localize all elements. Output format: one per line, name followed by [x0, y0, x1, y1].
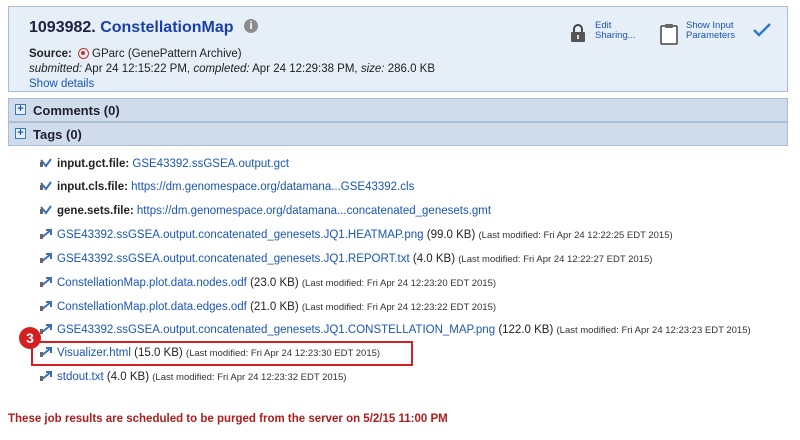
- output-file-icon: [40, 301, 52, 311]
- tags-section-toggle[interactable]: + Tags (0): [8, 122, 788, 146]
- output-file-row: GSE43392.ssGSEA.output.concatenated_gene…: [40, 253, 652, 265]
- clipboard-icon: [660, 24, 678, 45]
- submitted-label: submitted:: [29, 63, 83, 75]
- parameters-label: Parameters: [686, 30, 736, 41]
- output-file-row: GSE43392.ssGSEA.output.concatenated_gene…: [40, 229, 673, 241]
- job-name-link[interactable]: ConstellationMap: [100, 19, 233, 36]
- input-param-name: input.cls.file:: [57, 181, 128, 193]
- sharing-label: Sharing...: [595, 30, 636, 41]
- input-file-row: gene.sets.file: https://dm.genomespace.o…: [40, 205, 491, 217]
- last-modified: (Last modified: Fri Apr 24 12:23:22 EDT …: [301, 302, 497, 313]
- output-file-link[interactable]: stdout.txt: [57, 371, 104, 383]
- file-size: (23.0 KB): [250, 277, 299, 289]
- output-file-icon: [40, 277, 52, 287]
- output-file-row: ConstellationMap.plot.data.edges.odf (21…: [40, 301, 496, 313]
- lock-icon: [571, 24, 585, 42]
- completed-label: completed:: [193, 63, 250, 75]
- source-label: Source:: [29, 48, 72, 60]
- last-modified: (Last modified: Fri Apr 24 12:22:27 EDT …: [458, 254, 653, 265]
- size-label: size:: [360, 63, 385, 75]
- tags-label: Tags (0): [33, 127, 82, 142]
- gparc-icon: [78, 48, 90, 59]
- expand-plus-icon: +: [15, 128, 26, 139]
- output-file-row: ConstellationMap.plot.data.nodes.odf (23…: [40, 277, 496, 289]
- input-file-icon: [40, 181, 52, 191]
- output-file-icon: [40, 253, 52, 263]
- info-icon[interactable]: i: [243, 18, 258, 33]
- file-size: (21.0 KB): [250, 301, 299, 313]
- job-header-panel: 1093982. ConstellationMap i Source: GPar…: [8, 6, 788, 92]
- last-modified: (Last modified: Fri Apr 24 12:23:20 EDT …: [301, 278, 497, 289]
- output-file-icon: [40, 371, 52, 381]
- file-size: (4.0 KB): [106, 371, 150, 383]
- highlight-box: [31, 341, 413, 366]
- output-file-link[interactable]: ConstellationMap.plot.data.nodes.odf: [57, 277, 247, 289]
- job-title: 1093982. ConstellationMap i: [29, 18, 258, 37]
- file-size: (4.0 KB): [412, 253, 456, 265]
- input-param-name: input.gct.file:: [57, 158, 130, 170]
- input-file-link[interactable]: https://dm.genomespace.org/datamana...co…: [137, 205, 491, 217]
- file-size: (122.0 KB): [498, 324, 554, 336]
- source-value: GParc (GenePattern Archive): [92, 48, 242, 60]
- input-file-icon: [40, 205, 52, 215]
- input-file-link[interactable]: https://dm.genomespace.org/datamana...GS…: [131, 181, 414, 193]
- input-file-row: input.cls.file: https://dm.genomespace.o…: [40, 181, 414, 193]
- step-badge: 3: [19, 327, 41, 349]
- job-meta: Source: GParc (GenePattern Archive) subm…: [29, 47, 435, 92]
- input-file-icon: [40, 158, 52, 168]
- last-modified: (Last modified: Fri Apr 24 12:22:25 EDT …: [478, 230, 673, 241]
- output-file-link[interactable]: GSE43392.ssGSEA.output.concatenated_gene…: [57, 324, 495, 336]
- input-file-link[interactable]: GSE43392.ssGSEA.output.gct: [132, 158, 289, 170]
- output-file-icon: [40, 324, 52, 334]
- submitted-value: Apr 24 12:15:22 PM,: [84, 63, 191, 75]
- input-file-row: input.gct.file: GSE43392.ssGSEA.output.g…: [40, 158, 289, 170]
- output-file-icon: [40, 229, 52, 239]
- output-file-link[interactable]: GSE43392.ssGSEA.output.concatenated_gene…: [57, 229, 424, 241]
- job-number: 1093982.: [29, 19, 96, 36]
- expand-plus-icon: +: [15, 104, 26, 115]
- last-modified: (Last modified: Fri Apr 24 12:23:23 EDT …: [556, 325, 751, 336]
- file-size: (99.0 KB): [426, 229, 476, 241]
- show-details-link[interactable]: Show details: [29, 78, 94, 90]
- output-file-row: stdout.txt (4.0 KB) (Last modified: Fri …: [40, 371, 346, 383]
- size-value: 286.0 KB: [387, 63, 436, 75]
- input-param-name: gene.sets.file:: [57, 205, 134, 217]
- completed-value: Apr 24 12:29:38 PM,: [252, 63, 358, 75]
- comments-label: Comments (0): [33, 103, 120, 118]
- output-file-link[interactable]: GSE43392.ssGSEA.output.concatenated_gene…: [57, 253, 410, 265]
- output-file-link[interactable]: ConstellationMap.plot.data.edges.odf: [57, 301, 247, 313]
- checkmark-icon: [753, 23, 771, 37]
- comments-section-toggle[interactable]: + Comments (0): [8, 98, 788, 122]
- output-file-row: GSE43392.ssGSEA.output.concatenated_gene…: [40, 324, 751, 336]
- last-modified: (Last modified: Fri Apr 24 12:23:32 EDT …: [152, 372, 347, 383]
- purge-notice: These job results are scheduled to be pu…: [8, 413, 448, 425]
